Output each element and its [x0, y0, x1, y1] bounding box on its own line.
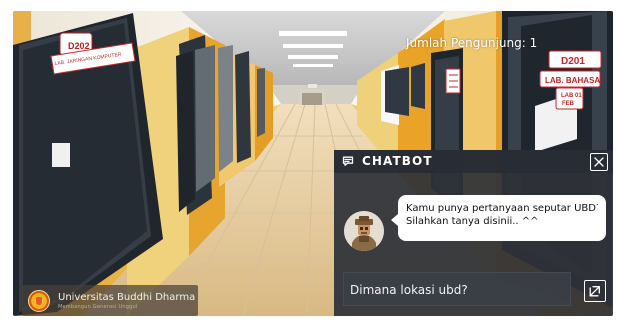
game-viewport[interactable]: D202 LAB. JARINGAN KOMPUTER D201 LAB. BA…: [13, 11, 613, 316]
brand-text: Universitas Buddhi Dharma Membangun Gene…: [58, 292, 195, 310]
right-lab2-sign: LAB 01: [561, 93, 582, 99]
bot-avatar-image: [344, 211, 384, 251]
chatbot-message: Kamu punya pertanyaan seputar UBD? Silah…: [391, 195, 606, 241]
chatbot-panel[interactable]: CHATBOT Kamu punya pertanyaan seputar UB…: [334, 150, 613, 316]
chat-input[interactable]: Dimana lokasi ubd?: [343, 272, 571, 306]
university-branding: Universitas Buddhi Dharma Membangun Gene…: [22, 285, 198, 316]
right-dept-sign: FEB: [562, 101, 575, 107]
close-icon: [594, 157, 604, 167]
left-room-sign: D202: [68, 41, 90, 51]
message-line-1: Kamu punya pertanyaan seputar UBD?: [406, 203, 598, 214]
visitor-counter: Jumlah Pengunjung: 1: [406, 36, 538, 50]
university-tagline: Membangun Generasi Unggul: [58, 303, 138, 310]
send-icon: [589, 286, 600, 297]
university-logo: [28, 289, 50, 312]
chatbot-header: CHATBOT: [334, 150, 613, 173]
close-button[interactable]: [590, 153, 608, 171]
right-room-sign: D201: [561, 56, 585, 67]
chatbot-title: CHATBOT: [362, 154, 433, 168]
message-line-2: Silahkan tanya disinii.. ^^: [406, 216, 539, 227]
send-button[interactable]: [584, 280, 606, 302]
chat-icon: [342, 156, 354, 166]
message-tail: [391, 214, 398, 226]
university-name: Universitas Buddhi Dharma: [58, 291, 196, 303]
right-lab-sign: LAB. BAHASA: [545, 76, 600, 85]
chatbot-avatar: [344, 211, 384, 251]
